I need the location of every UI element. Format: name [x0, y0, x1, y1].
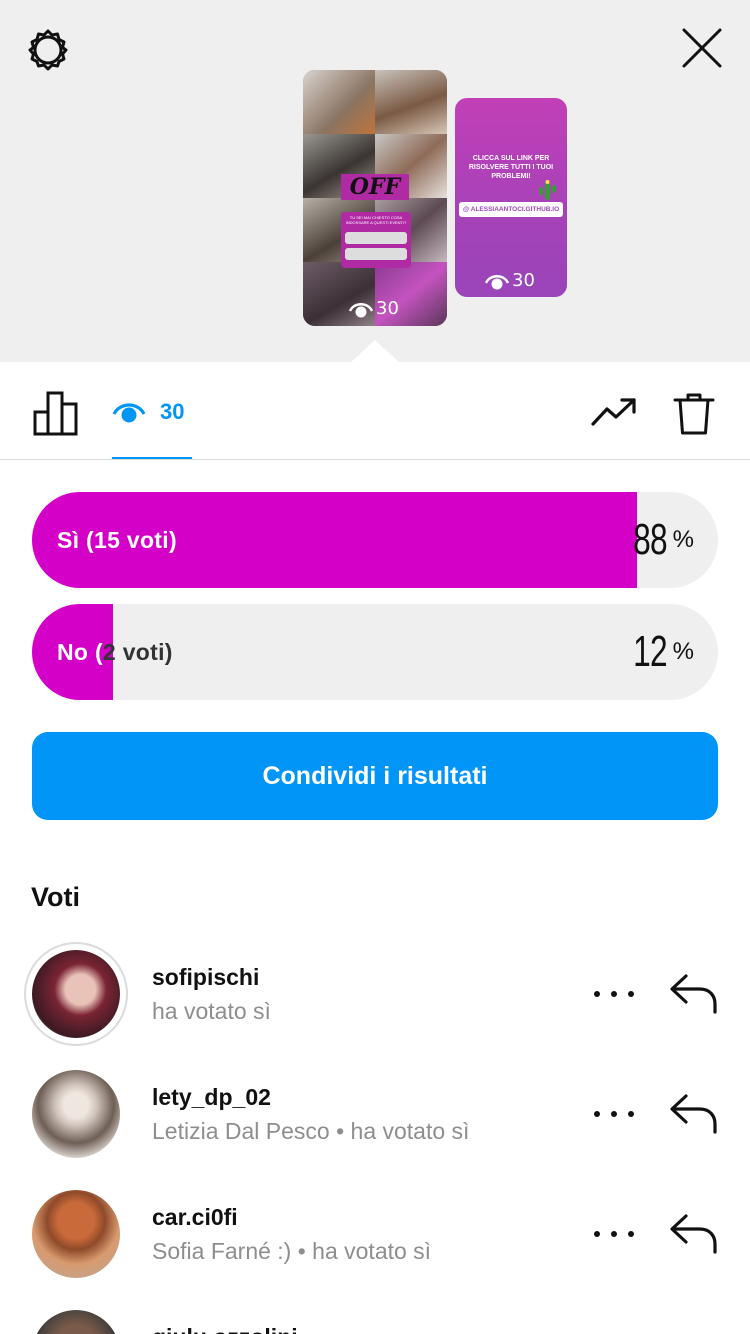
dot [611, 1111, 617, 1117]
mini-poll-bar [345, 248, 407, 260]
voter-row[interactable]: car.ci0fi Sofia Farné :) • ha votato sì [0, 1180, 750, 1290]
dot [628, 991, 634, 997]
voter-row[interactable]: lety_dp_02 Letizia Dal Pesco • ha votato… [0, 1060, 750, 1170]
voter-row[interactable]: giulu.ozzolini [0, 1300, 750, 1334]
trash-icon [673, 393, 715, 435]
tab-insights[interactable] [32, 390, 80, 436]
off-sticker: OFF [341, 174, 409, 200]
story-views: 30 [349, 298, 399, 319]
settings-button[interactable] [24, 26, 72, 74]
reply-icon [670, 1214, 717, 1254]
poll-percent-sign: % [672, 526, 694, 553]
reply-button[interactable] [668, 1210, 720, 1258]
active-tab-indicator [112, 457, 192, 459]
voter-row[interactable]: sofipischi ha votato sì [0, 940, 750, 1050]
dot [594, 1111, 600, 1117]
dot [611, 991, 617, 997]
avatar[interactable] [32, 1190, 120, 1278]
voter-subtitle: Sofia Farné :) • ha votato sì [152, 1238, 432, 1264]
close-button[interactable] [678, 24, 726, 72]
trend-button[interactable] [590, 392, 638, 432]
poll-percentage: 12 % [620, 604, 694, 700]
delete-button[interactable] [670, 390, 718, 438]
reply-button[interactable] [668, 970, 720, 1018]
story-views-count: 30 [512, 270, 535, 291]
story-photo [375, 70, 447, 134]
votes-section-title: Voti [31, 882, 80, 912]
voter-username[interactable]: sofipischi [152, 964, 259, 991]
poll-option-label: No (2 voti) [57, 604, 173, 700]
dot [628, 1111, 634, 1117]
story-headline: CLICCA SUL LINK PER RISOLVERE TUTTI I TU… [468, 155, 554, 180]
poll-option-label: Sì (15 voti) [57, 527, 177, 553]
story-views-count: 30 [376, 298, 399, 319]
poll-option-no: No (2 voti) 12 % [32, 604, 718, 700]
avatar[interactable] [32, 1310, 120, 1334]
close-icon [682, 28, 722, 68]
poll-label-part1: No ( [57, 639, 103, 665]
poll-option-yes: Sì (15 voti) 88 % [32, 492, 718, 588]
tab-viewers[interactable]: 30 [112, 392, 184, 432]
share-results-button[interactable]: Condividi i risultati [32, 732, 718, 820]
dot [611, 1231, 617, 1237]
story-preview-area: OFF TU SEI MAI CHIESTO COSA INDOSSARE A … [0, 0, 750, 364]
avatar[interactable] [32, 950, 120, 1038]
story-thumbnail[interactable]: CLICCA SUL LINK PER RISOLVERE TUTTI I TU… [455, 98, 567, 297]
mini-poll-question: TU SEI MAI CHIESTO COSA INDOSSARE A QUES… [345, 215, 407, 225]
poll-percent-value: 88 [632, 515, 668, 564]
trending-up-icon [591, 398, 636, 426]
story-thumbnail-selected[interactable]: OFF TU SEI MAI CHIESTO COSA INDOSSARE A … [303, 70, 447, 326]
dot [594, 1231, 600, 1237]
poll-label-part2: 2 voti) [102, 639, 173, 665]
dot [594, 991, 600, 997]
mini-poll-bar [345, 232, 407, 244]
voter-username[interactable]: giulu.ozzolini [152, 1324, 298, 1334]
eye-icon [485, 274, 509, 289]
eye-icon [349, 302, 373, 317]
mini-poll-sticker: TU SEI MAI CHIESTO COSA INDOSSARE A QUES… [341, 212, 411, 268]
dot [628, 1231, 634, 1237]
eye-icon [112, 403, 146, 423]
bar-chart-icon [33, 391, 78, 436]
story-photo [303, 70, 375, 134]
more-options-button[interactable] [594, 984, 634, 1004]
reply-icon [670, 1094, 717, 1134]
voter-subtitle: Letizia Dal Pesco • ha votato sì [152, 1118, 470, 1144]
avatar[interactable] [32, 1070, 120, 1158]
cactus-icon [539, 180, 556, 200]
poll-percentage: 88 % [620, 492, 694, 588]
poll-percent-value: 12 [632, 627, 668, 676]
poll-percent-sign: % [672, 638, 694, 665]
voter-username[interactable]: lety_dp_02 [152, 1084, 271, 1111]
viewers-count: 30 [160, 399, 185, 424]
story-views: 30 [485, 270, 535, 291]
more-options-button[interactable] [594, 1224, 634, 1244]
insights-tabbar: 30 [0, 362, 750, 460]
reply-icon [670, 974, 717, 1014]
gear-icon [28, 29, 68, 71]
link-sticker: @ ALESSIAANTOCI.GITHUB.IO [459, 202, 563, 217]
voter-subtitle: ha votato sì [152, 998, 271, 1024]
selected-story-pointer [349, 340, 401, 364]
reply-button[interactable] [668, 1090, 720, 1138]
more-options-button[interactable] [594, 1104, 634, 1124]
voter-username[interactable]: car.ci0fi [152, 1204, 238, 1231]
